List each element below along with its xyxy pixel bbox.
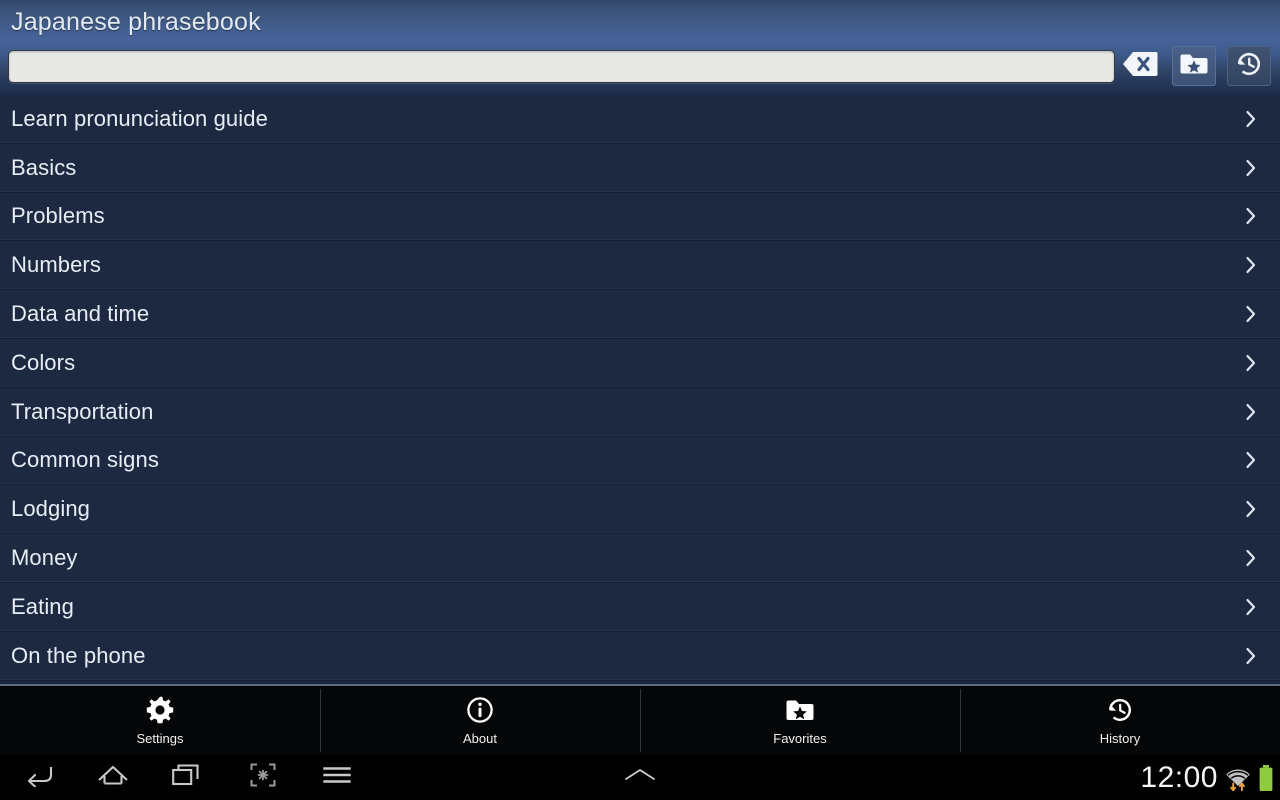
list-item[interactable]: Colors xyxy=(0,338,1280,388)
list-item[interactable]: Numbers xyxy=(0,241,1280,291)
list-item[interactable]: Lodging xyxy=(0,485,1280,535)
list-item[interactable]: Eating xyxy=(0,582,1280,632)
gear-icon xyxy=(146,695,174,725)
home-icon xyxy=(97,763,129,792)
tab-label: Settings xyxy=(136,731,184,746)
list-item-label: Data and time xyxy=(11,301,150,327)
chevron-right-icon xyxy=(1244,597,1258,617)
tab-about[interactable]: About xyxy=(320,686,640,755)
chevron-right-icon xyxy=(1244,499,1258,519)
list-item-label: Problems xyxy=(11,203,105,229)
battery-full-icon xyxy=(1258,763,1274,793)
chevron-right-icon xyxy=(1244,109,1258,129)
list-item-label: On the phone xyxy=(11,642,146,668)
chevron-right-icon xyxy=(1244,255,1258,275)
status-clock: 12:00 xyxy=(1140,760,1218,794)
tab-favorites[interactable]: Favorites xyxy=(640,686,960,755)
history-clock-icon xyxy=(1234,49,1264,84)
nav-home-button[interactable] xyxy=(76,755,150,800)
nav-menu-button[interactable] xyxy=(300,755,374,800)
history-clock-icon xyxy=(1105,695,1135,725)
chevron-right-icon xyxy=(1244,646,1258,666)
list-item-label: Colors xyxy=(11,349,76,375)
recent-apps-icon xyxy=(172,763,202,792)
list-item[interactable]: Problems xyxy=(0,192,1280,242)
history-button[interactable] xyxy=(1227,46,1271,86)
list-item-label: Eating xyxy=(11,593,74,619)
star-folder-icon xyxy=(1179,52,1209,81)
bottom-tab-bar: Settings About Favorites History xyxy=(0,684,1280,755)
star-folder-icon xyxy=(785,695,815,725)
search-input[interactable] xyxy=(8,50,1115,83)
nav-back-button[interactable] xyxy=(2,755,76,800)
list-item[interactable]: On the phone xyxy=(0,631,1280,681)
list-item-label: Learn pronunciation guide xyxy=(11,105,268,131)
tab-settings[interactable]: Settings xyxy=(0,686,320,755)
tab-label: About xyxy=(463,731,497,746)
nav-screenshot-button[interactable] xyxy=(226,755,300,800)
menu-icon xyxy=(323,765,351,790)
nav-expand-button[interactable] xyxy=(603,755,677,800)
status-area[interactable]: 12:00 xyxy=(1140,755,1274,800)
category-list[interactable]: Learn pronunciation guide Basics Problems N… xyxy=(0,95,1280,684)
page-title: Japanese phrasebook xyxy=(11,8,261,36)
tab-history[interactable]: History xyxy=(960,686,1280,755)
tab-label: Favorites xyxy=(773,731,827,746)
list-item-label: Basics xyxy=(11,154,77,180)
list-item-label: Numbers xyxy=(11,252,101,278)
chevron-right-icon xyxy=(1244,304,1258,324)
chevron-right-icon xyxy=(1244,206,1258,226)
list-item[interactable]: Basics xyxy=(0,143,1280,193)
screenshot-icon xyxy=(250,763,276,792)
app-header: Japanese phrasebook xyxy=(0,0,1280,95)
backspace-icon xyxy=(1122,51,1158,82)
tab-label: History xyxy=(1099,731,1141,746)
favorites-button[interactable] xyxy=(1172,46,1216,86)
info-icon xyxy=(466,695,494,725)
chevron-right-icon xyxy=(1244,353,1258,373)
list-item[interactable]: Money xyxy=(0,534,1280,583)
list-item[interactable]: Transportation xyxy=(0,387,1280,437)
clear-button[interactable] xyxy=(1118,46,1162,86)
list-item[interactable]: Common signs xyxy=(0,436,1280,486)
list-item-label: Money xyxy=(11,545,78,571)
back-arrow-icon xyxy=(24,763,54,792)
chevron-right-icon xyxy=(1244,548,1258,568)
app-screen: Japanese phrasebook Learn pronunciation … xyxy=(0,0,1280,800)
list-item[interactable]: Learn pronunciation guide xyxy=(0,95,1280,144)
list-item-label: Lodging xyxy=(11,496,90,522)
list-item-label: Common signs xyxy=(11,447,159,473)
chevron-right-icon xyxy=(1244,158,1258,178)
chevron-right-icon xyxy=(1244,450,1258,470)
chevron-right-icon xyxy=(1244,402,1258,422)
wifi-activity-icon xyxy=(1225,763,1251,793)
nav-recents-button[interactable] xyxy=(150,755,224,800)
chevron-up-icon xyxy=(624,767,656,788)
list-item-label: Transportation xyxy=(11,398,154,424)
android-navigation-bar: 12:00 xyxy=(0,755,1280,800)
list-item[interactable]: Data and time xyxy=(0,290,1280,339)
